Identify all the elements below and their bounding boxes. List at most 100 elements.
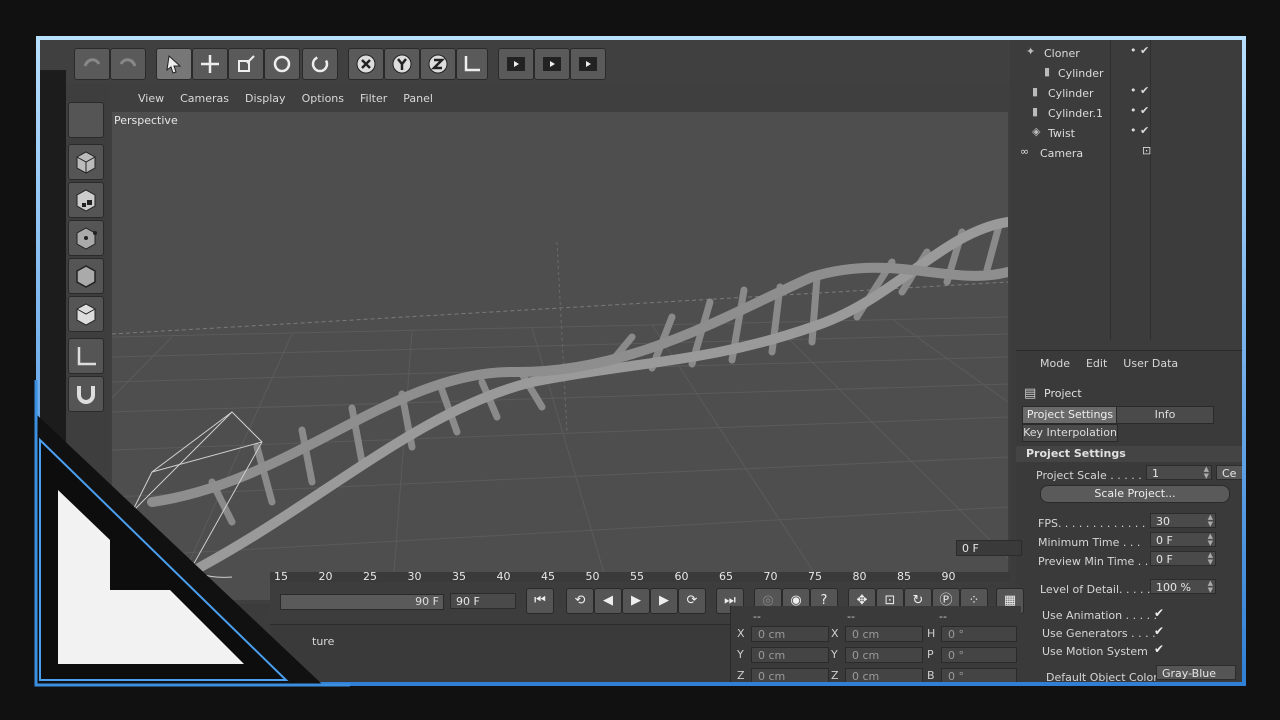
menu-options[interactable]: Options (302, 92, 344, 105)
fps-value: 30 (1156, 515, 1170, 528)
points-mode-button[interactable] (68, 220, 104, 256)
current-frame-field[interactable]: 0 F (956, 540, 1022, 556)
project-scale-unit[interactable]: Ce (1216, 465, 1242, 480)
min-time-value: 0 F (1156, 534, 1173, 547)
live-select-button[interactable] (156, 48, 192, 80)
coord-field[interactable]: 0 ° (941, 626, 1017, 642)
texture-mode-button[interactable] (68, 182, 104, 218)
next-frame-button[interactable]: ▶ (650, 588, 678, 614)
coordinate-system-button[interactable] (456, 48, 488, 80)
spinner-icon[interactable]: ▲ ▼ (1208, 514, 1213, 528)
z-axis-button[interactable] (420, 48, 456, 80)
object-name: Cloner (1044, 47, 1080, 60)
scale-tool-button[interactable] (228, 48, 264, 80)
render-settings-button[interactable] (570, 48, 606, 80)
camera-target-icon[interactable]: ⊡ (1142, 144, 1151, 157)
object-name: Cylinder (1058, 67, 1104, 80)
render-view-button[interactable] (498, 48, 534, 80)
tab-key-interpolation[interactable]: Key Interpolation (1022, 424, 1118, 442)
attributes-menu-bar: Mode Edit User Data (1016, 357, 1242, 375)
visibility-check-icon[interactable]: • ✔ (1130, 44, 1149, 57)
go-to-start-button[interactable]: ⏮ (526, 588, 554, 614)
axis-mode-button[interactable] (68, 338, 104, 374)
object-row[interactable]: ▮ Cylinder.1 (1010, 104, 1242, 122)
main-toolbar (40, 40, 1010, 84)
frame-range-end: 90 F (415, 595, 439, 608)
object-row[interactable]: ◈ Twist (1010, 124, 1242, 142)
menu-mode[interactable]: Mode (1040, 357, 1070, 375)
object-row[interactable]: ∞ Camera (1010, 144, 1242, 162)
menu-user-data[interactable]: User Data (1123, 357, 1178, 375)
coord-field[interactable]: 0 cm (751, 647, 829, 663)
menu-panel[interactable]: Panel (403, 92, 433, 105)
model-mode-button[interactable] (68, 144, 104, 180)
y-axis-guide (556, 241, 568, 433)
tab-info[interactable]: Info (1116, 406, 1214, 424)
edges-mode-button[interactable] (68, 258, 104, 294)
coord-axis-label: Y (831, 648, 838, 661)
coord-axis-label: H (927, 627, 936, 640)
menu-display[interactable]: Display (245, 92, 286, 105)
visibility-check-icon[interactable]: • ✔ (1130, 104, 1149, 117)
object-name: Twist (1048, 127, 1075, 140)
redo-button[interactable] (110, 48, 146, 80)
recent-tool-button[interactable] (302, 48, 338, 80)
coord-field[interactable]: 0 cm (751, 668, 829, 682)
channel-logo (0, 380, 360, 720)
scale-project-button[interactable]: Scale Project... (1040, 485, 1230, 503)
coord-field[interactable]: 0 ° (941, 668, 1017, 682)
coord-field[interactable]: 0 ° (941, 647, 1017, 663)
tab-project-settings[interactable]: Project Settings (1022, 406, 1118, 424)
rotate-tool-button[interactable] (264, 48, 300, 80)
polygons-mode-button[interactable] (68, 296, 104, 332)
menu-edit[interactable]: Edit (1086, 357, 1107, 375)
coordinates-manager: -- -- -- X0 cm X 0 cm H 0 ° Y 0 cm Y 0 cm P 0 ° Z 0 … (730, 606, 1021, 682)
move-tool-button[interactable] (192, 48, 228, 80)
min-time-field[interactable]: 0 F ▲ ▼ (1150, 532, 1216, 547)
spinner-icon[interactable]: ▲ ▼ (1208, 533, 1213, 547)
use-motion-checkbox[interactable]: ✔ (1154, 643, 1166, 655)
object-row[interactable]: ▮ Cylinder (1010, 84, 1242, 102)
menu-view[interactable]: View (138, 92, 164, 105)
y-axis-button[interactable] (384, 48, 420, 80)
visibility-check-icon[interactable]: • ✔ (1130, 124, 1149, 137)
lod-field[interactable]: 100 % ▲ ▼ (1150, 579, 1216, 594)
previous-key-button[interactable]: ⟲ (566, 588, 594, 614)
menu-filter[interactable]: Filter (360, 92, 387, 105)
object-name: Cylinder.1 (1048, 107, 1104, 120)
camera-icon: ∞ (1020, 145, 1030, 158)
menu-cameras[interactable]: Cameras (180, 92, 229, 105)
coord-axis-label: B (927, 669, 935, 682)
object-row[interactable]: ✦ Cloner (1010, 44, 1242, 62)
previous-frame-button[interactable]: ◀ (594, 588, 622, 614)
preview-min-value: 0 F (1156, 553, 1173, 566)
spinner-icon[interactable]: ▲ ▼ (1208, 552, 1213, 566)
coord-header-rotation: -- (939, 610, 947, 623)
default-color-dropdown[interactable]: Gray-Blue (1156, 665, 1236, 680)
coord-field[interactable]: 0 cm (845, 626, 923, 642)
coord-field[interactable]: 0 cm (845, 668, 923, 682)
coord-field[interactable]: 0 cm (845, 647, 923, 663)
end-frame-field[interactable]: 90 F (450, 593, 516, 609)
project-scale-field[interactable]: 1 ▲ ▼ (1146, 465, 1212, 480)
coord-field[interactable]: 0 cm (751, 626, 829, 642)
make-editable-button[interactable] (68, 102, 104, 138)
object-row[interactable]: ▮ Cylinder (1010, 64, 1242, 82)
default-color-label: Default Object Color (1046, 671, 1158, 682)
visibility-check-icon[interactable]: • ✔ (1130, 84, 1149, 97)
spinner-icon[interactable]: ▲ ▼ (1204, 466, 1209, 480)
coord-axis-label: P (927, 648, 934, 661)
attributes-object-label: Project (1044, 387, 1082, 400)
spinner-icon[interactable]: ▲ ▼ (1208, 580, 1213, 594)
use-animation-checkbox[interactable]: ✔ (1154, 607, 1166, 619)
render-picture-viewer-button[interactable] (534, 48, 570, 80)
next-key-button[interactable]: ⟳ (678, 588, 706, 614)
cylinder-icon: ▮ (1032, 105, 1039, 118)
preview-min-field[interactable]: 0 F ▲ ▼ (1150, 551, 1216, 566)
fps-field[interactable]: 30 ▲ ▼ (1150, 513, 1216, 528)
play-button[interactable]: ▶ (622, 588, 650, 614)
x-axis-button[interactable] (348, 48, 384, 80)
undo-button[interactable] (74, 48, 110, 80)
preview-min-label: Preview Min Time . . (1038, 555, 1149, 568)
use-generators-checkbox[interactable]: ✔ (1154, 625, 1166, 637)
